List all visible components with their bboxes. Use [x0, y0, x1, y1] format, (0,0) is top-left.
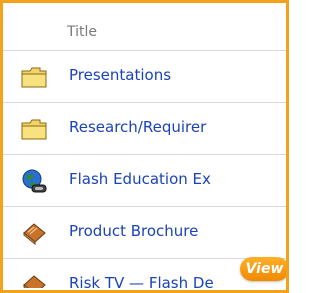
book-icon: [21, 221, 47, 246]
folder-icon: [21, 65, 47, 89]
list-item[interactable]: Product Brochure: [3, 206, 286, 258]
list-item-label[interactable]: Presentations: [69, 66, 286, 84]
list-item-label[interactable]: Research/Requirer: [69, 118, 286, 136]
folder-icon: [21, 117, 47, 141]
table-header: Title: [3, 3, 286, 50]
list-item-label[interactable]: Flash Education Ex: [69, 170, 286, 188]
book-icon: [21, 273, 47, 288]
title-column-header[interactable]: Title: [67, 24, 97, 40]
list-item[interactable]: Flash Education Ex: [3, 154, 286, 206]
list-panel: Title Presentations Research/Requirer Fl…: [0, 0, 289, 293]
web-link-icon: [21, 169, 47, 193]
list-item[interactable]: Research/Requirer: [3, 102, 286, 154]
list-item[interactable]: Presentations: [3, 50, 286, 102]
view-button[interactable]: View: [240, 257, 286, 281]
list-item-label[interactable]: Product Brochure: [69, 222, 286, 240]
